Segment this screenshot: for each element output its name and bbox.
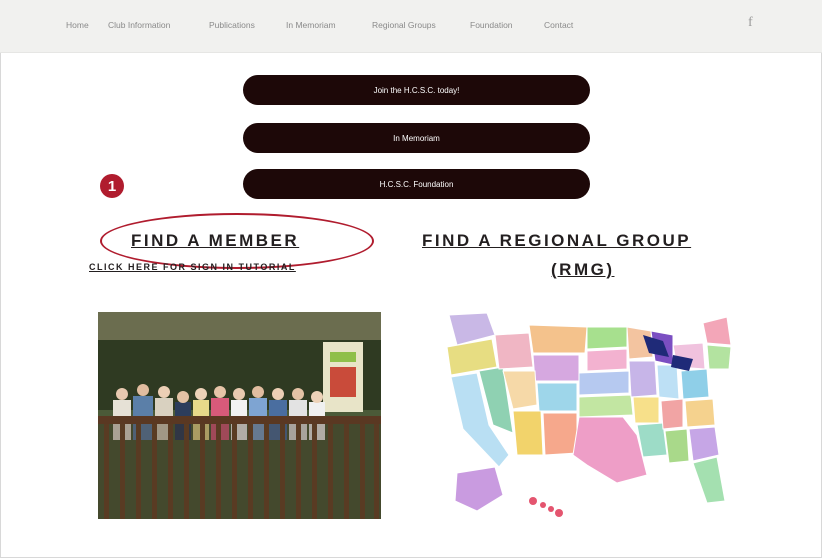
annotation-badge: 1 [100, 174, 124, 198]
nav-regional-groups[interactable]: Regional Groups [372, 20, 436, 30]
in-memoriam-button[interactable]: In Memoriam [243, 123, 590, 153]
facebook-icon[interactable]: f [748, 15, 753, 31]
nav-contact[interactable]: Contact [544, 20, 573, 30]
top-navigation: Home Club Information Publications In Me… [0, 0, 822, 53]
nav-home[interactable]: Home [66, 20, 89, 30]
sign-in-tutorial-link[interactable]: CLICK HERE FOR SIGN IN TUTORIAL [89, 262, 296, 272]
nav-foundation[interactable]: Foundation [470, 20, 513, 30]
rmg-link[interactable]: (RMG) [551, 260, 614, 280]
find-a-member-link[interactable]: FIND A MEMBER [131, 231, 299, 251]
nav-club-information[interactable]: Club Information [108, 20, 170, 30]
us-regional-map[interactable] [437, 305, 737, 520]
member-group-photo[interactable] [98, 312, 381, 519]
foundation-button[interactable]: H.C.S.C. Foundation [243, 169, 590, 199]
nav-in-memoriam[interactable]: In Memoriam [286, 20, 336, 30]
nav-publications[interactable]: Publications [209, 20, 255, 30]
join-button[interactable]: Join the H.C.S.C. today! [243, 75, 590, 105]
find-regional-group-link[interactable]: FIND A REGIONAL GROUP [422, 231, 691, 251]
